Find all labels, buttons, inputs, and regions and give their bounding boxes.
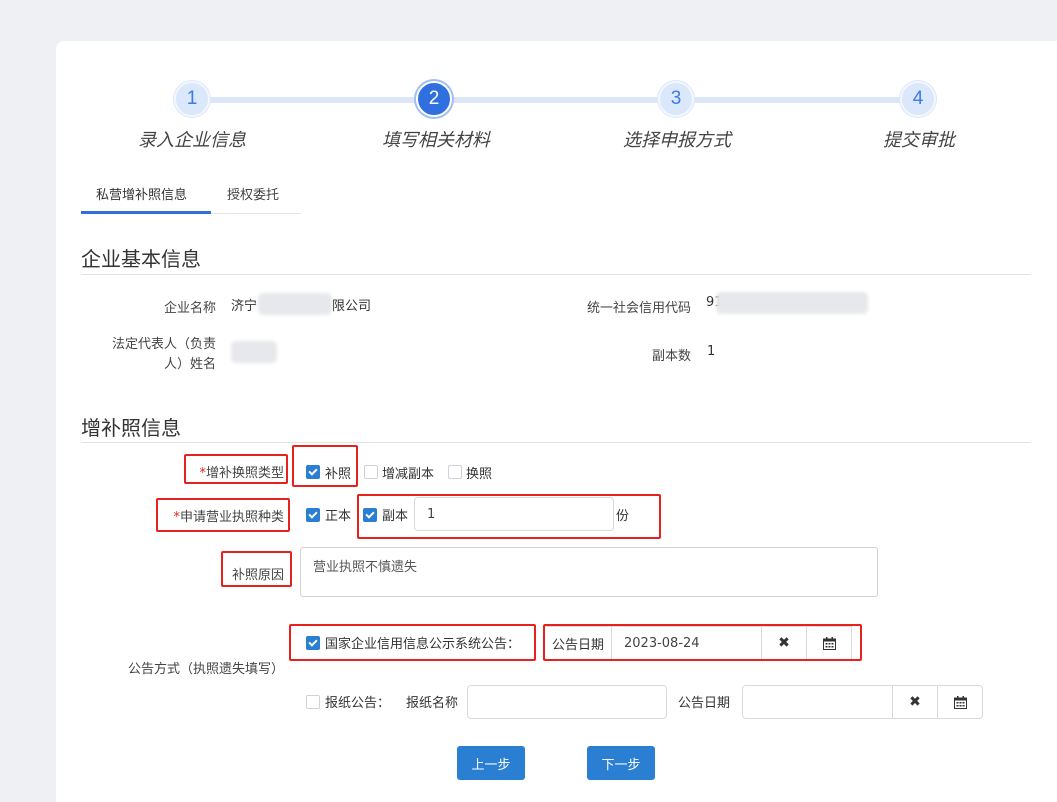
redacted-company-name [258, 293, 332, 315]
replace-option-label: 换照 [466, 467, 493, 482]
adjust-copies-checkbox[interactable] [364, 465, 378, 479]
tab-supplementary-license[interactable]: 私营增补照信息 [96, 184, 187, 203]
highlight-box [357, 494, 661, 539]
highlight-box [292, 445, 358, 487]
newspaper-date-input[interactable] [742, 685, 893, 719]
active-tab-indicator [81, 211, 211, 214]
step-3-circle: 3 [658, 81, 694, 117]
basic-info-title: 企业基本信息 [81, 247, 201, 271]
newspaper-calendar-button[interactable] [937, 685, 983, 719]
tab-authorization[interactable]: 授权委托 [227, 184, 279, 203]
highlight-box [156, 498, 290, 532]
legal-rep-label-line2: 人）姓名 [163, 357, 216, 372]
legal-rep-label-line1: 法定代表人（负责 [111, 337, 216, 352]
highlight-box [543, 624, 862, 661]
reissue-reason-textarea[interactable]: 营业执照不慎遗失 [300, 547, 878, 597]
redacted-legal-rep [231, 341, 277, 363]
newspaper-name-label: 报纸名称 [406, 696, 459, 711]
redacted-credit-code [716, 292, 868, 314]
step-1-circle: 1 [174, 81, 210, 117]
newspaper-date-label: 公告日期 [678, 696, 731, 711]
next-step-button[interactable]: 下一步 [587, 746, 655, 780]
highlight-box [289, 624, 536, 661]
notice-method-label: 公告方式（执照遗失填写） [127, 662, 284, 677]
newspaper-notice-label: 报纸公告： [325, 696, 391, 711]
step-1-label: 录入企业信息 [138, 130, 246, 151]
company-name-prefix: 济宁 [231, 299, 258, 314]
step-4-circle: 4 [900, 81, 936, 117]
original-license-label: 正本 [325, 509, 352, 524]
step-connector [684, 97, 910, 103]
step-2-label: 填写相关材料 [382, 130, 490, 151]
step-3-label: 选择申报方式 [623, 130, 731, 151]
previous-step-button[interactable]: 上一步 [457, 746, 525, 780]
clear-newspaper-date-button[interactable]: ✖ [892, 685, 938, 719]
step-2-circle: 2 [416, 81, 452, 117]
clear-icon: ✖ [909, 694, 921, 710]
replace-checkbox[interactable] [448, 465, 462, 479]
section-divider [81, 274, 1031, 275]
copies-value: 1 [707, 344, 716, 359]
newspaper-name-input[interactable] [467, 685, 667, 719]
company-name-suffix: 限公司 [332, 299, 372, 314]
section-divider [81, 442, 1031, 443]
step-connector [200, 97, 426, 103]
highlight-box [221, 551, 292, 587]
supplementary-info-title: 增补照信息 [81, 416, 181, 440]
step-connector [442, 97, 668, 103]
step-4-label: 提交审批 [883, 130, 955, 151]
copies-label: 副本数 [651, 349, 691, 364]
original-license-checkbox[interactable] [306, 508, 320, 522]
highlight-box [184, 454, 288, 484]
company-name-label: 企业名称 [163, 301, 216, 316]
calendar-icon [953, 695, 967, 709]
adjust-copies-option-label: 增减副本 [382, 467, 435, 482]
newspaper-notice-checkbox[interactable] [306, 695, 320, 709]
legal-rep-label: 法定代表人（负责 人）姓名 [90, 335, 216, 375]
credit-code-label: 统一社会信用代码 [586, 301, 691, 316]
